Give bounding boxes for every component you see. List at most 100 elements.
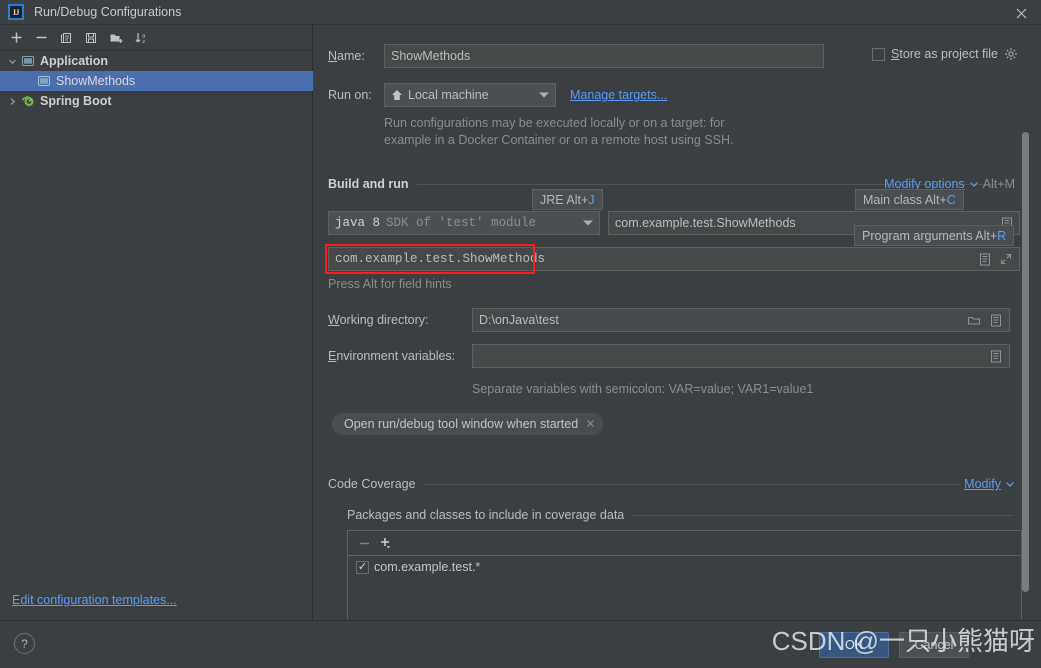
jre-tooltip-key: J xyxy=(588,192,595,207)
coverage-list-item[interactable]: ✓ com.example.test.* xyxy=(348,556,1021,578)
title-bar: IJ Run/Debug Configurations xyxy=(0,0,1041,25)
list-icon[interactable] xyxy=(990,314,1002,327)
ok-button[interactable]: OK xyxy=(819,632,889,658)
jre-combo[interactable]: java 8 SDK of 'test' module xyxy=(328,211,600,235)
folder-icon[interactable] xyxy=(967,314,981,327)
run-on-hint-line-1: Run configurations may be executed local… xyxy=(384,116,725,130)
help-label: ? xyxy=(21,636,28,651)
tree-item-showmethods[interactable]: ShowMethods xyxy=(0,71,313,91)
code-coverage-title: Code Coverage xyxy=(328,477,416,491)
section-divider xyxy=(632,514,1014,516)
main-class-value: com.example.test.ShowMethods xyxy=(615,216,796,230)
coverage-packages-list: ✓ com.example.test.* xyxy=(347,530,1022,619)
run-on-label: Run on: xyxy=(328,88,372,102)
run-on-hint: Run configurations may be executed local… xyxy=(384,115,733,149)
help-icon[interactable]: ? xyxy=(14,633,35,654)
environment-variables-hint: Separate variables with semicolon: VAR=v… xyxy=(472,382,814,396)
working-directory-row: Working directory: D:\onJava\test xyxy=(328,308,1010,332)
main-class-tooltip: Main class Alt+ C xyxy=(855,189,964,210)
svg-text:z: z xyxy=(142,39,145,45)
list-icon[interactable] xyxy=(990,350,1002,363)
add-configuration-button[interactable] xyxy=(5,27,27,49)
environment-variables-input[interactable] xyxy=(472,344,1010,368)
tree-item-spring-boot[interactable]: Spring Boot xyxy=(0,91,313,111)
open-run-debug-tool-window-chip[interactable]: Open run/debug tool window when started xyxy=(332,413,604,435)
run-debug-configurations-dialog: IJ Run/Debug Configurations a z Applicat… xyxy=(0,0,1041,668)
name-row: Name: ShowMethods xyxy=(328,44,824,68)
run-on-target-value: Local machine xyxy=(408,88,489,102)
dialog-footer: ? OK Cancel xyxy=(0,620,1041,668)
run-on-hint-line-2: example in a Docker Container or on a re… xyxy=(384,133,734,147)
expand-icon[interactable] xyxy=(1000,253,1012,265)
configurations-tree: Application ShowMethods Spring Boot xyxy=(0,51,313,619)
manage-targets-link[interactable]: Manage targets... xyxy=(570,88,667,102)
tree-item-label: Spring Boot xyxy=(40,94,112,108)
jre-tooltip-text: JRE Alt+ xyxy=(540,192,589,207)
run-on-row: Run on: Local machine Manage targets... xyxy=(328,83,667,107)
store-as-project-file-row[interactable]: Store as project file xyxy=(872,47,1018,61)
run-on-target-combo[interactable]: Local machine xyxy=(384,83,556,107)
tree-item-application[interactable]: Application xyxy=(0,51,313,71)
configuration-form: Name: ShowMethods Store as project file … xyxy=(314,25,1041,619)
list-icon[interactable] xyxy=(979,253,991,266)
copy-icon[interactable] xyxy=(55,27,77,49)
sort-alphabetical-icon[interactable]: a z xyxy=(130,27,152,49)
window-title: Run/Debug Configurations xyxy=(34,5,182,19)
program-arguments-value: com.example.test.ShowMethods xyxy=(335,252,546,266)
coverage-packages-title: Packages and classes to include in cover… xyxy=(347,508,625,522)
application-icon xyxy=(20,53,36,69)
chevron-down-icon[interactable] xyxy=(1005,479,1015,489)
environment-variables-row: Environment variables: xyxy=(328,344,1010,368)
name-input[interactable]: ShowMethods xyxy=(384,44,824,68)
gear-icon[interactable] xyxy=(1004,47,1018,61)
chevron-down-icon[interactable] xyxy=(539,92,549,98)
build-and-run-title: Build and run xyxy=(328,177,409,191)
save-icon[interactable] xyxy=(80,27,102,49)
configurations-sidebar: a z Application ShowMethods Spring Boot … xyxy=(0,25,313,619)
environment-variables-label: Environment variables: xyxy=(328,349,456,363)
run-configuration-icon xyxy=(36,73,52,89)
coverage-packages-header: Packages and classes to include in cover… xyxy=(347,508,1022,522)
add-package-button[interactable] xyxy=(379,536,394,550)
chip-label: Open run/debug tool window when started xyxy=(344,417,579,431)
close-small-icon[interactable] xyxy=(586,417,595,431)
store-as-project-file-label: Store as project file xyxy=(891,47,999,61)
chevron-down-icon[interactable] xyxy=(583,220,593,226)
tree-item-label: Application xyxy=(40,54,109,68)
section-divider xyxy=(423,483,960,485)
modify-options-shortcut: Alt+M xyxy=(982,177,1015,191)
program-arguments-input[interactable]: com.example.test.ShowMethods xyxy=(328,247,1020,271)
chevron-down-icon[interactable] xyxy=(969,179,979,189)
tree-item-label: ShowMethods xyxy=(56,74,136,88)
close-icon[interactable] xyxy=(1011,3,1031,23)
cancel-button[interactable]: Cancel xyxy=(899,632,969,658)
program-arguments-tooltip-key: R xyxy=(997,228,1007,243)
jre-value-version: java 8 xyxy=(335,216,381,230)
store-as-project-file-checkbox[interactable] xyxy=(872,47,885,61)
chevron-right-icon[interactable] xyxy=(4,97,20,106)
coverage-item-checkbox[interactable]: ✓ xyxy=(356,560,369,574)
new-folder-icon[interactable] xyxy=(105,27,127,49)
program-arguments-tooltip-text: Program arguments Alt+ xyxy=(862,228,998,243)
working-directory-value: D:\onJava\test xyxy=(479,313,559,327)
remove-package-button[interactable] xyxy=(358,537,371,550)
program-arguments-tooltip: Program arguments Alt+ R xyxy=(854,225,1015,246)
name-label: Name: xyxy=(328,49,365,63)
code-coverage-modify-link[interactable]: Modify xyxy=(964,477,1001,491)
main-class-tooltip-key: C xyxy=(946,192,956,207)
vertical-scrollbar[interactable] xyxy=(1022,132,1029,592)
home-target-icon xyxy=(391,89,403,101)
working-directory-input[interactable]: D:\onJava\test xyxy=(472,308,1010,332)
chevron-down-icon[interactable] xyxy=(4,57,20,66)
code-coverage-modify-row[interactable]: Modify xyxy=(964,477,1015,491)
main-class-tooltip-text: Main class Alt+ xyxy=(863,192,947,207)
jre-value-description: SDK of 'test' module xyxy=(386,216,537,230)
coverage-list-toolbar xyxy=(348,531,1021,556)
spring-boot-icon xyxy=(20,93,36,109)
coverage-item-label: com.example.test.* xyxy=(374,560,481,574)
jre-tooltip: JRE Alt+ J xyxy=(532,189,603,210)
remove-configuration-button[interactable] xyxy=(30,27,52,49)
code-coverage-section-header: Code Coverage xyxy=(328,477,968,491)
sidebar-toolbar: a z xyxy=(0,25,313,51)
edit-configuration-templates-link[interactable]: Edit configuration templates... xyxy=(12,593,177,607)
